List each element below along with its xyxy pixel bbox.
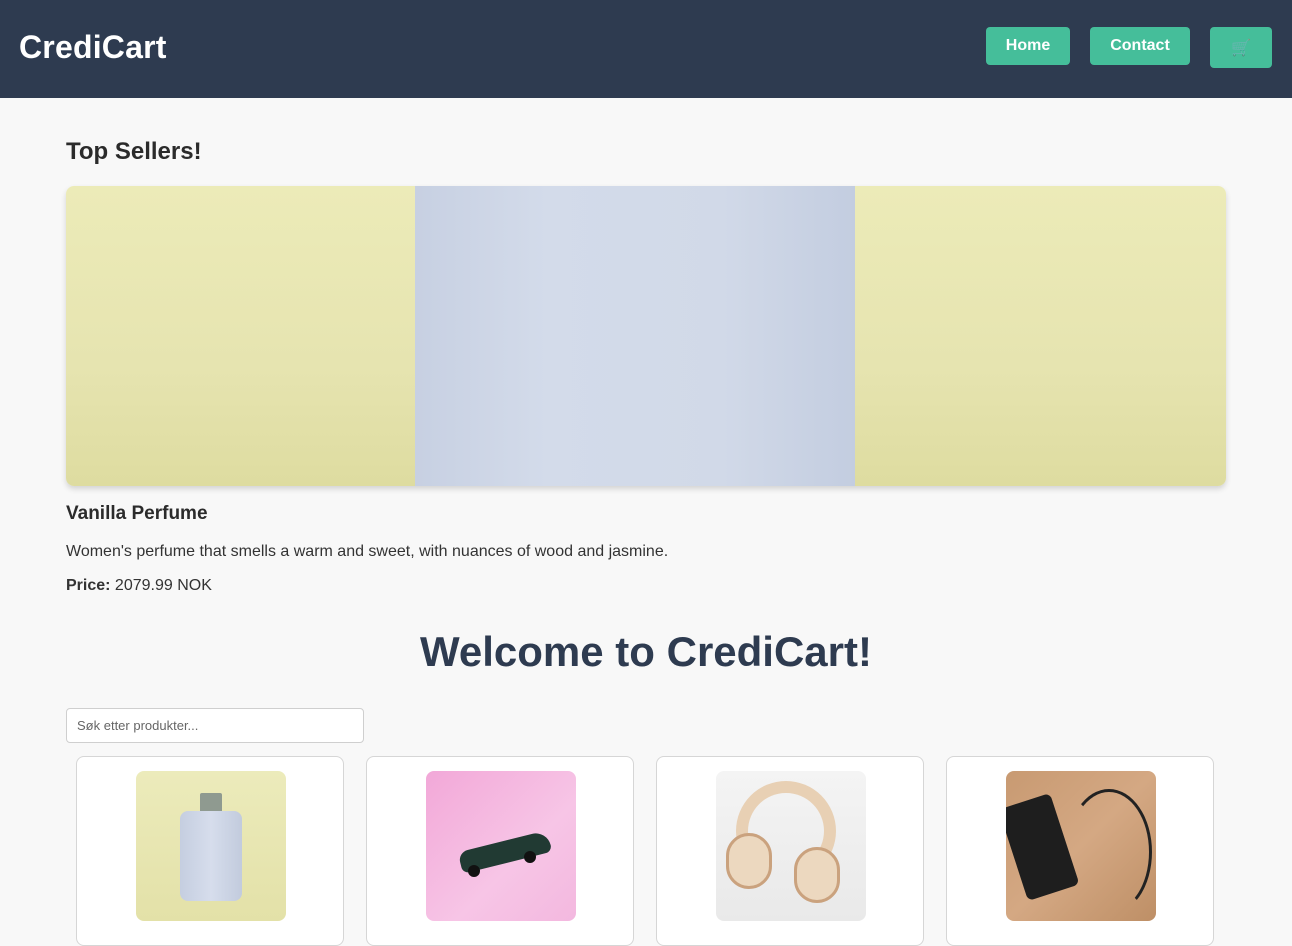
featured-product-image[interactable]	[66, 186, 1226, 486]
power-bank-image[interactable]	[1006, 771, 1156, 921]
headphones-image[interactable]	[716, 771, 866, 921]
product-card[interactable]	[946, 756, 1214, 946]
contact-button[interactable]: Contact	[1090, 27, 1190, 65]
site-header: CrediCart Home Contact 🛒	[0, 0, 1292, 98]
headphone-cup	[794, 847, 840, 903]
brand-logo[interactable]: CrediCart	[19, 27, 167, 67]
charging-cable	[1066, 789, 1152, 915]
product-card[interactable]	[366, 756, 634, 946]
perfume-bottle-image[interactable]	[136, 771, 286, 921]
search-input[interactable]	[66, 708, 364, 743]
headphone-cup	[726, 833, 772, 889]
top-sellers-heading: Top Sellers!	[66, 138, 202, 165]
price-label: Price:	[66, 577, 111, 594]
home-button[interactable]: Home	[986, 27, 1070, 65]
toy-car-image[interactable]	[426, 771, 576, 921]
perfume-bottle-body	[415, 186, 855, 486]
product-card[interactable]	[656, 756, 924, 946]
bottle-body	[180, 811, 242, 901]
featured-product-price: Price: 2079.99 NOK	[66, 577, 212, 595]
featured-product-title: Vanilla Perfume	[66, 503, 208, 524]
welcome-heading: Welcome to CrediCart!	[420, 628, 872, 675]
price-value: 2079.99 NOK	[114, 577, 212, 594]
product-card[interactable]	[76, 756, 344, 946]
cart-icon: 🛒	[1231, 39, 1251, 57]
cart-button[interactable]: 🛒	[1210, 27, 1272, 68]
car-wheel	[524, 851, 536, 863]
car-wheel	[468, 865, 480, 877]
featured-product-description: Women's perfume that smells a warm and s…	[66, 543, 669, 560]
